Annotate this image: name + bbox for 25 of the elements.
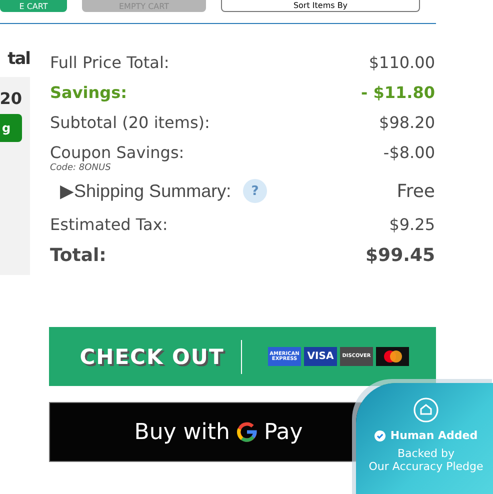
sort-dropdown[interactable]: Sort Items By: [221, 0, 420, 12]
coupon-code: Code: 8ONUS: [50, 163, 112, 173]
summary-value: $110.00: [368, 52, 435, 72]
summary-value: -$8.00: [383, 142, 435, 162]
house-icon: [413, 397, 439, 423]
badge-line: Our Accuracy Pledge: [368, 460, 484, 473]
summary-label: Total:: [50, 244, 106, 266]
item-count: 20: [0, 89, 22, 108]
summary-label: Subtotal (20 items):: [50, 112, 210, 132]
summary-value: - $11.80: [361, 82, 435, 102]
summary-label: Coupon Savings:: [50, 142, 184, 162]
status-badge: g: [0, 114, 22, 142]
summary-value: $9.25: [389, 214, 435, 234]
google-g-icon: [236, 421, 258, 443]
card-logo: [376, 347, 409, 366]
card-logo: VISA: [304, 347, 337, 366]
column-heading: tal: [8, 49, 30, 69]
summary-value: $99.45: [366, 244, 435, 266]
summary-label: Full Price Total:: [50, 52, 170, 72]
check-icon: [374, 430, 386, 442]
summary-value: $98.20: [379, 112, 435, 132]
summary-value: Free: [396, 180, 435, 202]
summary-label: Savings:: [50, 82, 127, 102]
summary-label: Estimated Tax:: [50, 214, 168, 234]
shipping-toggle[interactable]: ▶Shipping Summary:: [50, 180, 232, 202]
